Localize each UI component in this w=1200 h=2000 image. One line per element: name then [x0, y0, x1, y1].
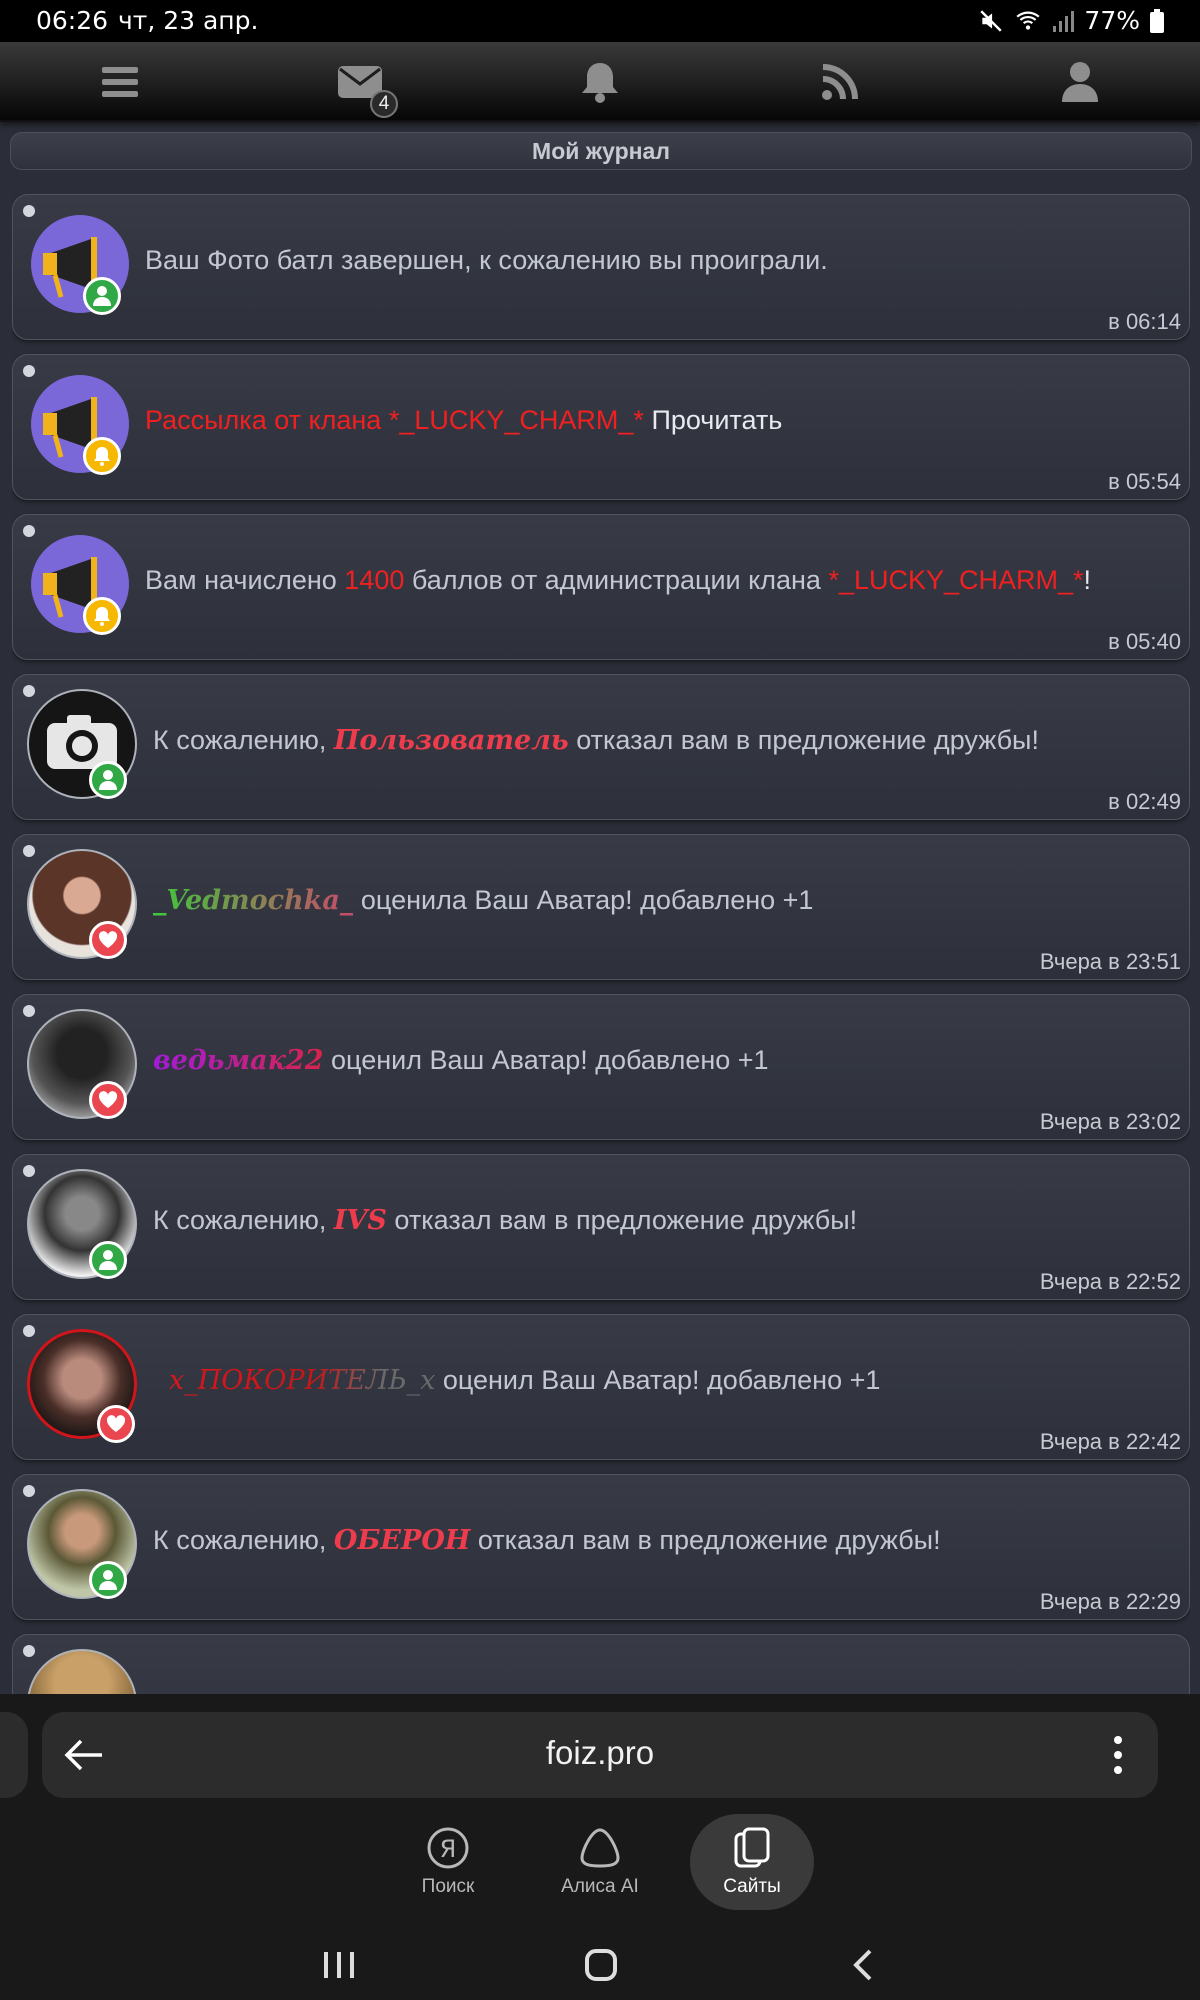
tab-alice[interactable]: Алиса AI	[538, 1814, 662, 1910]
user-icon	[83, 277, 121, 315]
unread-dot	[23, 365, 35, 377]
more-icon[interactable]	[1114, 1736, 1122, 1774]
previous-tab-stub[interactable]	[0, 1712, 28, 1798]
user-icon[interactable]	[1056, 58, 1104, 106]
item-time: в 05:40	[1108, 629, 1181, 654]
svg-text:Я: Я	[440, 1835, 457, 1863]
unread-dot	[23, 1005, 35, 1017]
status-icons: 77%	[978, 6, 1164, 35]
user-nick[interactable]: ОБЕРОН	[334, 1525, 471, 1556]
heart-icon	[89, 921, 127, 959]
alice-icon	[580, 1828, 620, 1868]
user-icon	[89, 1561, 127, 1599]
user-nick[interactable]: x_ПОКОРИТЕЛЬ_x	[169, 1365, 435, 1396]
list-item[interactable]	[12, 1634, 1190, 1694]
item-text: Ваш Фото батл завершен, к сожалению вы п…	[145, 245, 828, 275]
top-nav: 4	[0, 42, 1200, 122]
item-time: Вчера в 23:02	[1039, 1109, 1181, 1134]
user-avatar	[27, 1649, 137, 1694]
tab-search[interactable]: Я Поиск	[386, 1814, 510, 1910]
rss-icon[interactable]	[816, 58, 864, 106]
user-nick[interactable]: ведьмак22	[153, 1045, 324, 1076]
item-text: Вам начислено 1400 баллов от администрац…	[145, 565, 1092, 595]
bell-icon[interactable]	[576, 58, 624, 106]
user-icon	[89, 1241, 127, 1279]
item-text: ведьмак22 оценил Ваш Аватар! добавлено +…	[153, 1045, 769, 1076]
list-item[interactable]: Ваш Фото батл завершен, к сожалению вы п…	[12, 194, 1190, 340]
item-text: Рассылка от клана *_LUCKY_CHARM_* Прочит…	[145, 405, 782, 436]
clan-broadcast: Рассылка от клана *_LUCKY_CHARM_*	[145, 405, 644, 435]
unread-dot	[23, 525, 35, 537]
recents-icon[interactable]	[322, 1950, 356, 1980]
user-nick[interactable]: Пользователь	[334, 725, 569, 756]
system-nav	[0, 1930, 1200, 2000]
clan-name: *_LUCKY_CHARM_*	[828, 565, 1084, 595]
item-text: К сожалению, Пользователь отказал вам в …	[153, 725, 1039, 756]
mail-badge: 4	[370, 90, 398, 118]
item-text: _Vedmochka_ оценила Ваш Аватар! добавлен…	[153, 885, 814, 916]
item-text: x_ПОКОРИТЕЛЬ_x оценил Ваш Аватар! добавл…	[169, 1365, 881, 1396]
list-item[interactable]: x_ПОКОРИТЕЛЬ_x оценил Ваш Аватар! добавл…	[12, 1314, 1190, 1460]
item-time: Вчера в 23:51	[1039, 949, 1181, 974]
user-nick[interactable]: IVS	[334, 1205, 387, 1236]
list-item[interactable]: Рассылка от клана *_LUCKY_CHARM_* Прочит…	[12, 354, 1190, 500]
unread-dot	[23, 1485, 35, 1497]
battery-icon	[1150, 8, 1164, 33]
list-item[interactable]: К сожалению, ОБЕРОН отказал вам в предло…	[12, 1474, 1190, 1620]
item-text: К сожалению, IVS отказал вам в предложен…	[153, 1205, 858, 1236]
tab-sites[interactable]: Сайты	[690, 1814, 814, 1910]
heart-icon	[97, 1405, 135, 1443]
item-time: Вчера в 22:52	[1039, 1269, 1181, 1294]
tabs-icon	[734, 1827, 770, 1868]
bell-icon	[83, 437, 121, 475]
wifi-icon	[1016, 11, 1040, 30]
heart-icon	[89, 1081, 127, 1119]
item-time: Вчера в 22:42	[1039, 1429, 1181, 1454]
back-icon[interactable]	[852, 1948, 874, 1982]
battery-percent: 77%	[1084, 6, 1140, 35]
list-item[interactable]: К сожалению, IVS отказал вам в предложен…	[12, 1154, 1190, 1300]
tab-label: Поиск	[421, 1876, 475, 1897]
list-item[interactable]: Вам начислено 1400 баллов от администрац…	[12, 514, 1190, 660]
item-time: в 05:54	[1108, 469, 1181, 494]
list-item[interactable]: _Vedmochka_ оценила Ваш Аватар! добавлен…	[12, 834, 1190, 980]
unread-dot	[23, 685, 35, 697]
unread-dot	[23, 1325, 35, 1337]
mute-icon	[980, 9, 1003, 32]
item-text: К сожалению, ОБЕРОН отказал вам в предло…	[153, 1525, 941, 1556]
unread-dot	[23, 845, 35, 857]
page-title: Мой журнал	[10, 132, 1192, 170]
menu-icon[interactable]	[96, 58, 144, 106]
status-date: чт, 23 апр.	[118, 6, 259, 35]
unread-dot	[23, 1645, 35, 1657]
yandex-icon: Я	[427, 1827, 469, 1869]
bell-icon	[83, 597, 121, 635]
user-nick[interactable]: _Vedmochka_	[153, 885, 353, 916]
read-link[interactable]: Прочитать	[651, 405, 782, 435]
user-icon	[89, 761, 127, 799]
item-time: в 02:49	[1108, 789, 1181, 814]
signal-icon	[1053, 10, 1075, 32]
unread-dot	[23, 1165, 35, 1177]
status-bar: 06:26 чт, 23 апр. 77%	[0, 0, 1200, 42]
list-item[interactable]: К сожалению, Пользователь отказал вам в …	[12, 674, 1190, 820]
browser-bar: foiz.pro Я Поиск Алиса AI Сайты	[0, 1694, 1200, 2000]
item-time: в 06:14	[1108, 309, 1181, 334]
tab-label: Алиса AI	[561, 1876, 639, 1897]
mail-icon[interactable]: 4	[336, 58, 398, 118]
tab-label: Сайты	[723, 1876, 781, 1897]
list-item[interactable]: ведьмак22 оценил Ваш Аватар! добавлено +…	[12, 994, 1190, 1140]
unread-dot	[23, 205, 35, 217]
address-bar[interactable]: foiz.pro	[42, 1712, 1158, 1798]
points-value: 1400	[344, 565, 405, 595]
journal-feed: Ваш Фото батл завершен, к сожалению вы п…	[12, 194, 1190, 1694]
url-text[interactable]: foiz.pro	[42, 1734, 1158, 1772]
item-time: Вчера в 22:29	[1039, 1589, 1181, 1614]
status-time: 06:26	[36, 6, 109, 35]
home-icon[interactable]	[584, 1948, 618, 1982]
